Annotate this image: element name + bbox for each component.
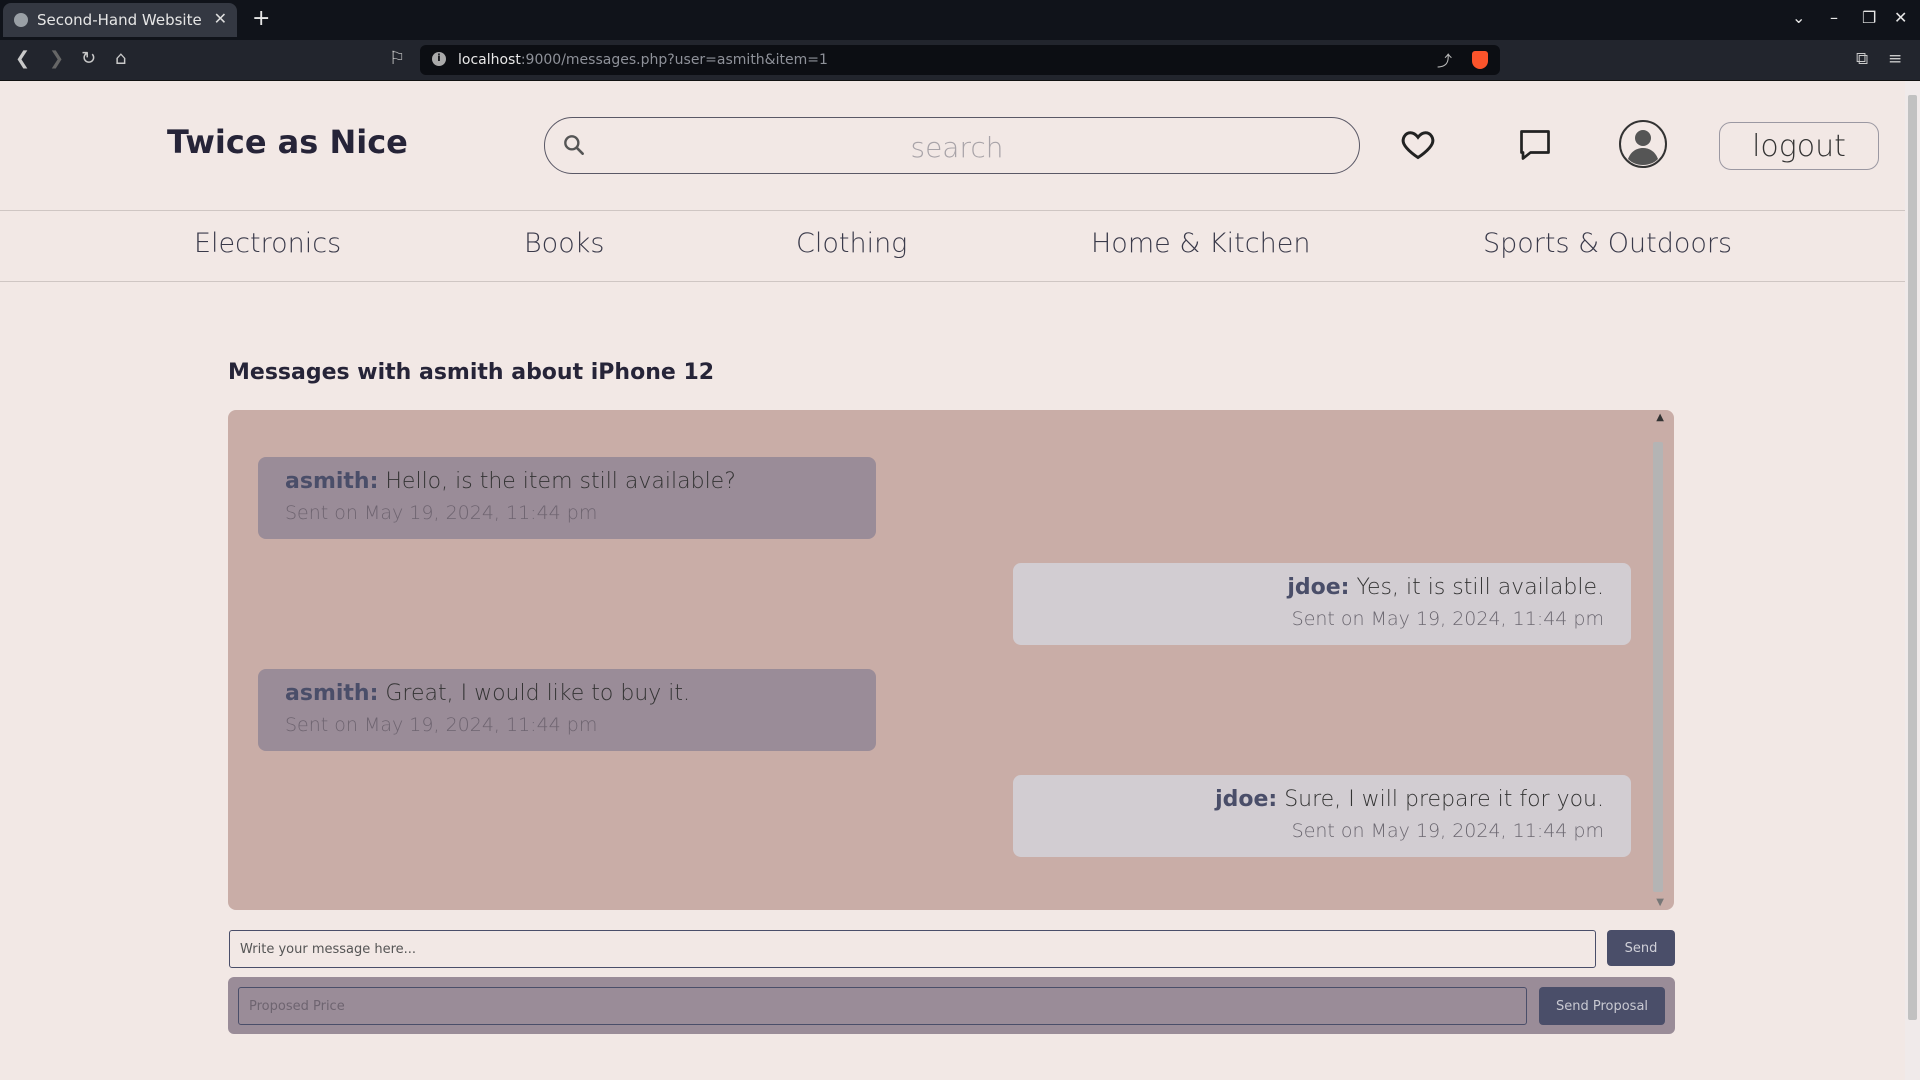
- message-sender: jdoe:: [1287, 575, 1350, 600]
- browser-tab[interactable]: Second-Hand Website ✕: [3, 3, 237, 37]
- price-proposal-form: Send Proposal: [228, 977, 1675, 1034]
- minimize-icon[interactable]: –: [1830, 8, 1838, 27]
- message-text: asmith: Great, I would like to buy it.: [285, 679, 849, 709]
- site-logo[interactable]: Twice as Nice: [167, 123, 408, 161]
- message-text: asmith: Hello, is the item still availab…: [285, 467, 849, 497]
- message-timestamp: Sent on May 19, 2024, 11:44 pm: [1291, 608, 1604, 630]
- category-clothing[interactable]: Clothing: [796, 228, 907, 259]
- message-sender: asmith:: [285, 681, 379, 706]
- brave-shield-icon[interactable]: [1472, 51, 1488, 69]
- message-body: Sure, I will prepare it for you.: [1277, 787, 1604, 812]
- chat-scroll-thumb[interactable]: [1653, 442, 1663, 892]
- send-button[interactable]: Send: [1607, 930, 1675, 966]
- message-timestamp: Sent on May 19, 2024, 11:44 pm: [1291, 820, 1604, 842]
- close-tab-icon[interactable]: ✕: [214, 9, 227, 28]
- tab-title: Second-Hand Website: [37, 11, 202, 29]
- send-proposal-button[interactable]: Send Proposal: [1539, 987, 1665, 1025]
- address-bar[interactable]: i localhost:9000/messages.php?user=asmit…: [420, 45, 1500, 75]
- scroll-up-arrow-icon[interactable]: ▲: [1656, 412, 1664, 423]
- page-scroll-thumb[interactable]: [1908, 95, 1917, 1020]
- category-books[interactable]: Books: [524, 228, 604, 259]
- message-sender: asmith:: [285, 469, 379, 494]
- site-info-icon[interactable]: i: [432, 52, 446, 66]
- url-text: localhost:9000/messages.php?user=asmith&…: [458, 52, 828, 68]
- message-text: jdoe: Sure, I will prepare it for you.: [1040, 785, 1604, 815]
- category-nav: Electronics Books Clothing Home & Kitche…: [0, 211, 1905, 282]
- scroll-down-arrow-icon[interactable]: ▼: [1656, 897, 1664, 908]
- message-bubble: asmith: Hello, is the item still availab…: [258, 457, 876, 539]
- new-tab-icon[interactable]: +: [252, 6, 270, 31]
- browser-tab-bar: Second-Hand Website ✕ + ⌄ – ❐ ✕: [0, 0, 1920, 40]
- site-header: Twice as Nice logout: [0, 81, 1905, 211]
- message-bubble: jdoe: Yes, it is still available. Sent o…: [1013, 563, 1631, 645]
- category-sports-outdoors[interactable]: Sports & Outdoors: [1483, 228, 1732, 259]
- category-electronics[interactable]: Electronics: [194, 228, 341, 259]
- extensions-icon[interactable]: ⧉: [1856, 49, 1868, 69]
- restore-icon[interactable]: ❐: [1862, 8, 1876, 27]
- logout-button[interactable]: logout: [1719, 122, 1879, 170]
- message-timestamp: Sent on May 19, 2024, 11:44 pm: [285, 714, 598, 736]
- search-bar[interactable]: [544, 117, 1360, 174]
- browser-toolbar: ❮ ❯ ↻ ⌂ ⚐ i localhost:9000/messages.php?…: [0, 40, 1920, 81]
- message-bubble: asmith: Great, I would like to buy it. S…: [258, 669, 876, 751]
- reload-icon[interactable]: ↻: [81, 49, 96, 69]
- share-icon[interactable]: ⤴: [1437, 50, 1452, 71]
- forward-icon[interactable]: ❯: [49, 49, 64, 69]
- window-close-icon[interactable]: ✕: [1894, 8, 1907, 27]
- bookmark-icon[interactable]: ⚐: [389, 49, 405, 69]
- page-scrollbar[interactable]: [1905, 81, 1920, 1080]
- heart-icon[interactable]: [1399, 126, 1437, 162]
- chat-title: Messages with asmith about iPhone 12: [228, 360, 715, 385]
- message-text: jdoe: Yes, it is still available.: [1040, 573, 1604, 603]
- message-input[interactable]: [229, 930, 1596, 968]
- message-sender: jdoe:: [1215, 787, 1278, 812]
- home-icon[interactable]: ⌂: [115, 49, 126, 69]
- back-icon[interactable]: ❮: [15, 49, 30, 69]
- message-body: Hello, is the item still available?: [378, 469, 736, 494]
- message-timestamp: Sent on May 19, 2024, 11:44 pm: [285, 502, 598, 524]
- profile-avatar-icon[interactable]: [1618, 119, 1668, 169]
- search-icon[interactable]: [561, 132, 587, 158]
- message-bubble: jdoe: Sure, I will prepare it for you. S…: [1013, 775, 1631, 857]
- menu-icon[interactable]: ≡: [1888, 49, 1902, 69]
- search-input[interactable]: [605, 128, 1309, 166]
- proposed-price-input[interactable]: [238, 987, 1527, 1025]
- message-list[interactable]: asmith: Hello, is the item still availab…: [228, 410, 1674, 910]
- tab-list-icon[interactable]: ⌄: [1792, 8, 1805, 27]
- category-home-kitchen[interactable]: Home & Kitchen: [1091, 228, 1310, 259]
- chat-scrollbar[interactable]: ▲ ▼: [1653, 410, 1670, 910]
- message-body: Great, I would like to buy it.: [378, 681, 691, 706]
- chat-icon[interactable]: [1516, 127, 1554, 163]
- message-body: Yes, it is still available.: [1349, 575, 1604, 600]
- globe-icon: [14, 13, 28, 27]
